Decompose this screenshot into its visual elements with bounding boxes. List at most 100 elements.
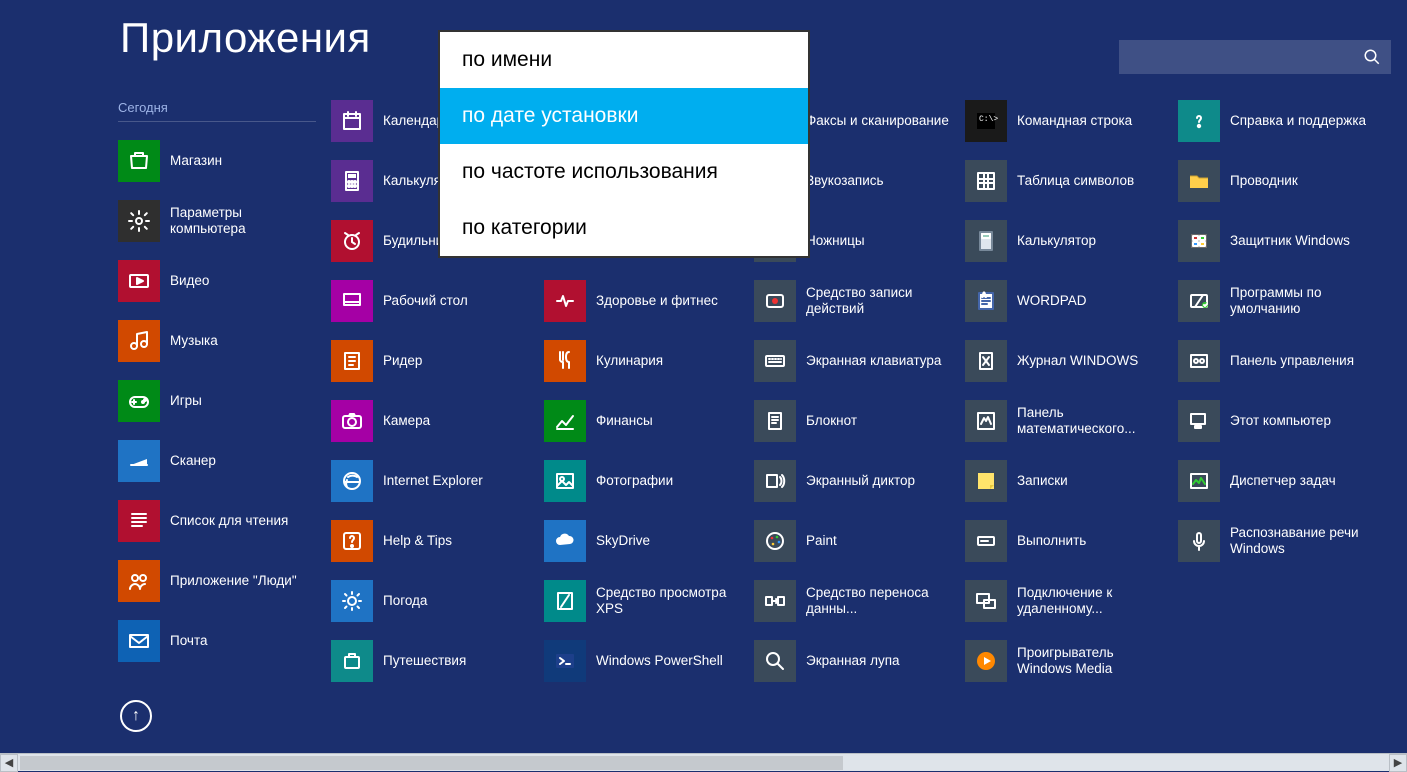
app-tile[interactable]: Программы по умолчанию — [1178, 280, 1388, 322]
scroll-right-button[interactable]: ▶ — [1389, 754, 1407, 772]
sort-dropdown[interactable]: по именипо дате установкипо частоте испо… — [438, 30, 810, 258]
finance-icon — [544, 400, 586, 442]
gear-icon — [118, 200, 160, 242]
sort-option[interactable]: по дате установки — [440, 88, 808, 144]
app-tile[interactable]: Internet Explorer — [331, 460, 541, 502]
app-tile-label: Список для чтения — [170, 513, 288, 530]
collapse-arrow-button[interactable]: ↑ — [120, 700, 152, 732]
app-tile[interactable]: Справка и поддержка — [1178, 100, 1388, 142]
search-input[interactable] — [1119, 40, 1391, 74]
app-tile-label: Игры — [170, 393, 202, 410]
speech-icon — [1178, 520, 1220, 562]
svg-text:C:\>: C:\> — [979, 115, 998, 124]
app-tile[interactable]: Фотографии — [544, 460, 754, 502]
app-tile[interactable]: Средство переноса данны... — [754, 580, 964, 622]
app-tile[interactable]: Список для чтения — [118, 500, 328, 542]
app-tile-label: Распознавание речи Windows — [1230, 525, 1380, 557]
app-tile[interactable]: Приложение "Люди" — [118, 560, 328, 602]
sort-option[interactable]: по имени — [440, 32, 808, 88]
magnifier-icon — [754, 640, 796, 682]
horizontal-scrollbar[interactable]: ◀ ▶ — [0, 753, 1407, 771]
app-tile-label: Камера — [383, 413, 430, 430]
app-tile[interactable]: Сканер — [118, 440, 328, 482]
app-tile[interactable]: Блокнот — [754, 400, 964, 442]
app-tile[interactable]: Проигрыватель Windows Media — [965, 640, 1175, 682]
app-tile[interactable]: Игры — [118, 380, 328, 422]
app-tile[interactable]: C:\>Командная строка — [965, 100, 1175, 142]
app-tile-label: Параметры компьютера — [170, 205, 320, 237]
reading-icon — [118, 500, 160, 542]
app-tile[interactable]: Кулинария — [544, 340, 754, 382]
app-tile[interactable]: Панель математического... — [965, 400, 1175, 442]
wordpad-icon: A — [965, 280, 1007, 322]
steps-icon — [754, 280, 796, 322]
app-tile[interactable]: Камера — [331, 400, 541, 442]
sort-option[interactable]: по частоте использования — [440, 144, 808, 200]
app-tile[interactable]: Записки — [965, 460, 1175, 502]
osk-icon — [754, 340, 796, 382]
app-tile-label: Погода — [383, 593, 427, 610]
app-tile-label: Фотографии — [596, 473, 673, 490]
app-tile[interactable]: Музыка — [118, 320, 328, 362]
app-tile[interactable]: Выполнить — [965, 520, 1175, 562]
app-tile[interactable]: Проводник — [1178, 160, 1388, 202]
app-tile-label: Панель управления — [1230, 353, 1354, 369]
app-tile[interactable]: Финансы — [544, 400, 754, 442]
cpanel-icon — [1178, 340, 1220, 382]
scroll-track[interactable] — [18, 754, 1389, 771]
app-tile[interactable]: Средство записи действий — [754, 280, 964, 322]
search-icon — [1363, 48, 1381, 66]
desktop-icon — [331, 280, 373, 322]
photos-icon — [544, 460, 586, 502]
people-icon — [118, 560, 160, 602]
app-tile[interactable]: Журнал WINDOWS — [965, 340, 1175, 382]
app-tile[interactable]: Рабочий стол — [331, 280, 541, 322]
app-tile[interactable]: SkyDrive — [544, 520, 754, 562]
app-tile[interactable]: Распознавание речи Windows — [1178, 520, 1388, 562]
app-tile[interactable]: Здоровье и фитнес — [544, 280, 754, 322]
defaults-icon — [1178, 280, 1220, 322]
app-tile[interactable]: AWORDPAD — [965, 280, 1175, 322]
scroll-left-button[interactable]: ◀ — [0, 754, 18, 772]
app-tile[interactable]: Параметры компьютера — [118, 200, 328, 242]
app-tile[interactable]: Ридер — [331, 340, 541, 382]
app-tile[interactable]: Погода — [331, 580, 541, 622]
scroll-thumb[interactable] — [20, 756, 843, 770]
transfer-icon — [754, 580, 796, 622]
app-tile[interactable]: Подключение к удаленному... — [965, 580, 1175, 622]
app-tile[interactable]: Этот компьютер — [1178, 400, 1388, 442]
narrator-icon — [754, 460, 796, 502]
app-tile[interactable]: Диспетчер задач — [1178, 460, 1388, 502]
app-tile[interactable]: Paint — [754, 520, 964, 562]
app-tile[interactable]: Видео — [118, 260, 328, 302]
app-tile-label: Записки — [1017, 473, 1068, 490]
scanner-icon — [118, 440, 160, 482]
app-tile[interactable]: Экранная клавиатура — [754, 340, 964, 382]
app-tile[interactable]: Экранная лупа — [754, 640, 964, 682]
music-icon — [118, 320, 160, 362]
app-tile-label: Сканер — [170, 453, 216, 470]
charmap-icon — [965, 160, 1007, 202]
app-tile-label: Звукозапись — [806, 173, 884, 190]
app-tile[interactable]: Средство просмотра XPS — [544, 580, 754, 622]
app-tile[interactable]: Калькулятор — [965, 220, 1175, 262]
app-tile[interactable]: Магазин — [118, 140, 328, 182]
arrow-up-icon: ↑ — [132, 707, 140, 725]
app-tile-label: Средство переноса данны... — [806, 585, 956, 617]
wmp-icon — [965, 640, 1007, 682]
app-tile[interactable]: Панель управления — [1178, 340, 1388, 382]
sort-option[interactable]: по категории — [440, 200, 808, 256]
app-tile[interactable]: Экранный диктор — [754, 460, 964, 502]
app-tile-label: Музыка — [170, 333, 218, 350]
app-tile[interactable]: Windows PowerShell — [544, 640, 754, 682]
games-icon — [118, 380, 160, 422]
app-tile[interactable]: Help & Tips — [331, 520, 541, 562]
health-icon — [544, 280, 586, 322]
app-tile[interactable]: Таблица символов — [965, 160, 1175, 202]
app-tile[interactable]: Почта — [118, 620, 328, 662]
app-tile[interactable]: Защитник Windows — [1178, 220, 1388, 262]
app-tile[interactable]: Путешествия — [331, 640, 541, 682]
app-tile-label: Internet Explorer — [383, 473, 483, 490]
video-icon — [118, 260, 160, 302]
run-icon — [965, 520, 1007, 562]
